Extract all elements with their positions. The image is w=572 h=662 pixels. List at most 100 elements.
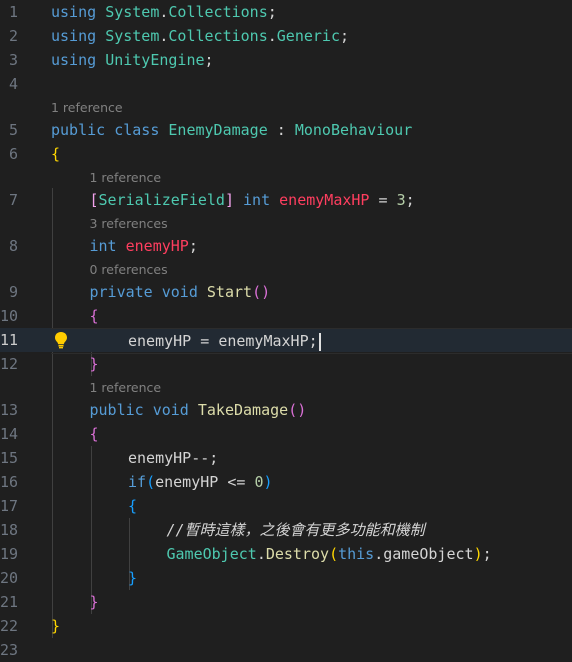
code-token: SerializeField	[98, 191, 225, 209]
code-text: GameObject.Destroy(this.gameObject);	[51, 542, 572, 566]
code-token: ;	[188, 237, 198, 255]
code-line[interactable]: 13 public void TakeDamage()	[0, 398, 572, 422]
code-text: {	[51, 142, 572, 166]
code-token: using	[51, 3, 106, 21]
code-text: if(enemyHP <= 0)	[51, 470, 572, 494]
code-token: {	[51, 145, 61, 163]
code-text: enemyHP--;	[51, 446, 572, 470]
code-text: public class EnemyDamage : MonoBehaviour	[51, 118, 572, 142]
code-text: {	[51, 304, 572, 328]
code-line[interactable]: 18 //暫時這樣，之後會有更多功能和機制	[0, 518, 572, 542]
code-text: public void TakeDamage()	[51, 398, 572, 422]
code-line[interactable]: 7 [SerializeField] int enemyMaxHP = 3;	[0, 188, 572, 212]
code-token: Generic	[276, 27, 340, 45]
line-number: 7	[8, 191, 18, 209]
code-token: GameObject	[166, 545, 257, 563]
code-token: }	[128, 569, 138, 587]
line-number: 10	[0, 307, 19, 325]
code-token: int	[89, 237, 126, 255]
line-number: 12	[0, 355, 19, 373]
code-editor[interactable]: 1 using System.Collections; 2 using System.…	[0, 0, 572, 659]
code-text: }	[51, 590, 572, 614]
code-token: using	[51, 51, 106, 69]
code-token: :	[267, 121, 295, 139]
code-line[interactable]: 14 {	[0, 422, 572, 446]
code-token: .	[267, 27, 277, 45]
code-line[interactable]: 9 private void Start()	[0, 280, 572, 304]
code-token: <=	[218, 473, 255, 491]
code-token: public	[51, 121, 115, 139]
code-token: public	[89, 401, 153, 419]
line-number: 15	[0, 449, 19, 467]
code-token: using	[51, 27, 106, 45]
line-number: 8	[8, 237, 18, 255]
text-cursor	[318, 332, 321, 351]
code-text: int enemyHP;	[51, 234, 572, 258]
code-line[interactable]: 8 int enemyHP;	[0, 234, 572, 258]
code-token: System	[105, 3, 160, 21]
line-number: 17	[0, 497, 19, 515]
code-token: ;	[405, 191, 415, 209]
code-token: enemyMaxHP	[279, 191, 370, 209]
code-token: Collections	[168, 27, 268, 45]
code-line[interactable]: 17 {	[0, 494, 572, 518]
code-text: [SerializeField] int enemyMaxHP = 3;	[51, 188, 572, 212]
code-line[interactable]: 21}	[0, 590, 572, 614]
code-line[interactable]: 20}	[0, 566, 572, 590]
code-text: using System.Collections.Generic;	[51, 24, 572, 48]
code-token: ()	[252, 283, 271, 301]
code-line[interactable]: 15 enemyHP--;	[0, 446, 572, 470]
code-token: enemyHP	[155, 473, 219, 491]
code-line[interactable]: 19 GameObject.Destroy(this.gameObject);	[0, 542, 572, 566]
codelens-reference-count[interactable]: 3 references	[90, 215, 168, 233]
code-line[interactable]: 11 enemyHP = enemyMaxHP;	[0, 328, 572, 354]
code-token: {	[128, 497, 138, 515]
codelens-reference-count[interactable]: 1 reference	[51, 99, 123, 117]
code-line[interactable]: 5 public class EnemyDamage : MonoBehaviou…	[0, 118, 572, 142]
line-number: 11	[0, 331, 19, 349]
codelens-reference-count[interactable]: 0 references	[90, 261, 168, 279]
code-line[interactable]: 6{	[0, 142, 572, 166]
code-text: {	[51, 422, 572, 446]
line-number: 2	[8, 27, 18, 45]
code-line[interactable]: 1 using System.Collections;	[0, 0, 572, 24]
code-token: }	[51, 617, 61, 635]
codelens-reference-count[interactable]: 1 reference	[90, 379, 162, 397]
code-token: ]	[224, 191, 234, 209]
code-token: (	[146, 473, 156, 491]
code-token: this	[338, 545, 375, 563]
code-line[interactable]: 4	[0, 72, 572, 96]
code-token: enemyMaxHP	[218, 332, 309, 350]
code-text: }	[51, 352, 572, 376]
code-token: System	[105, 27, 160, 45]
code-token: UnityEngine	[105, 51, 205, 69]
code-text: }	[51, 566, 572, 590]
code-line[interactable]: 2 using System.Collections.Generic;	[0, 24, 572, 48]
codelens-reference-count[interactable]: 1 reference	[90, 169, 162, 187]
code-token: enemyHP	[125, 237, 189, 255]
line-number: 4	[8, 75, 18, 93]
code-line[interactable]: 12}	[0, 352, 572, 376]
code-text: //暫時這樣，之後會有更多功能和機制	[51, 518, 572, 542]
code-text: private void Start()	[51, 280, 572, 304]
line-number: 9	[8, 283, 18, 301]
code-token: //暫時這樣，之後會有更多功能和機制	[166, 521, 425, 539]
code-line[interactable]: 22}	[0, 614, 572, 638]
code-line[interactable]: 3 using UnityEngine;	[0, 48, 572, 72]
code-line[interactable]: 16 if(enemyHP <= 0)	[0, 470, 572, 494]
code-line[interactable]: 10 {	[0, 304, 572, 328]
code-token: class	[114, 121, 169, 139]
code-token: (	[329, 545, 339, 563]
code-token: =	[369, 191, 397, 209]
code-token: ()	[288, 401, 307, 419]
code-token: ;	[267, 3, 277, 21]
code-token: [	[89, 191, 99, 209]
code-token: ;	[308, 332, 318, 350]
line-number: 6	[8, 145, 18, 163]
code-token: if	[128, 473, 147, 491]
code-token: {	[89, 307, 99, 325]
code-text: {	[51, 494, 572, 518]
code-token: Start	[206, 283, 253, 301]
code-token: }	[89, 593, 99, 611]
